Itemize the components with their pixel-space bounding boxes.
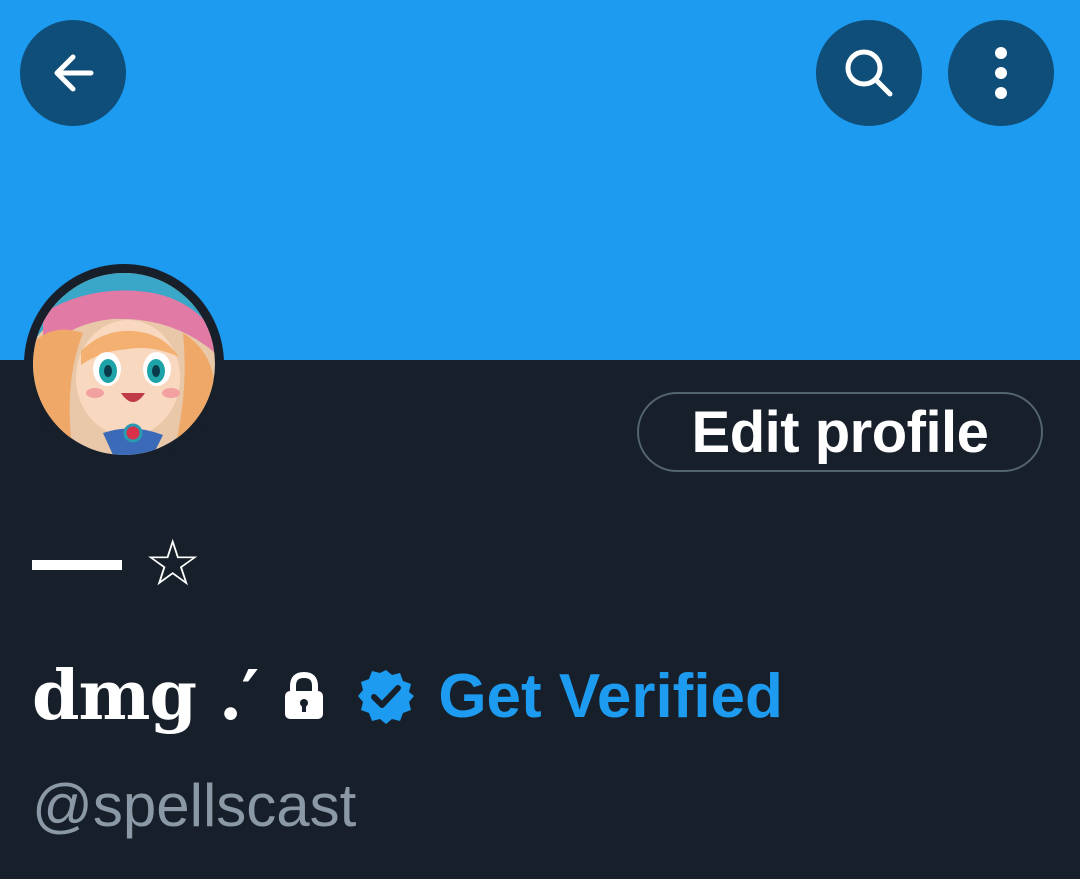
profile-avatar[interactable] — [24, 264, 224, 464]
profile-bio-line: ☆ — [32, 522, 201, 606]
dash-decoration — [32, 559, 122, 570]
profile-page: Edit profile ☆ dmg .′ Get Verified @spel… — [0, 0, 1080, 879]
arrow-left-icon — [54, 54, 94, 92]
get-verified-link[interactable]: Get Verified — [438, 661, 783, 732]
display-name: dmg .′ — [32, 656, 259, 736]
more-options-button[interactable] — [948, 20, 1054, 126]
search-button[interactable] — [816, 20, 922, 126]
user-handle: @spellscast — [32, 772, 357, 839]
name-row: dmg .′ Get Verified — [32, 646, 783, 746]
verified-badge-icon[interactable] — [358, 668, 415, 724]
edit-profile-button[interactable]: Edit profile — [637, 392, 1043, 472]
lock-icon — [282, 671, 326, 721]
star-symbol: ☆ — [144, 527, 202, 601]
back-button[interactable] — [20, 20, 126, 126]
more-vertical-icon — [995, 47, 1007, 99]
search-icon — [845, 49, 893, 97]
avatar-image — [33, 273, 215, 455]
